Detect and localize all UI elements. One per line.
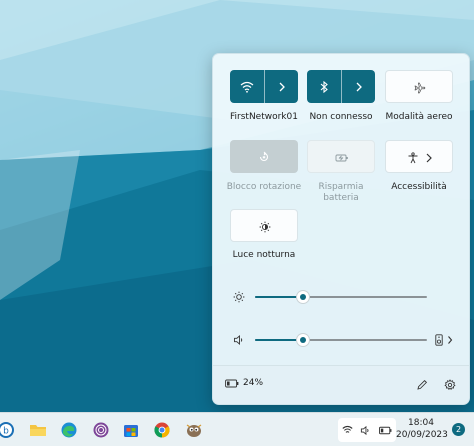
brightness-icon	[233, 291, 245, 303]
quick-settings-panel: FirstNetwork01 Non connesso Modalità aer…	[212, 53, 470, 405]
chevron-right-icon	[356, 82, 362, 91]
volume-slider-thumb[interactable]	[297, 334, 310, 346]
battery-icon	[225, 379, 239, 387]
wifi-toggle[interactable]	[230, 70, 264, 103]
accessibility-tile-label: Accessibilità	[391, 182, 447, 192]
start-button[interactable]: b	[0, 418, 18, 442]
rotation-lock-tile	[230, 140, 298, 173]
clock[interactable]: 18:04 20/09/2023	[396, 417, 448, 441]
wifi-tile-label: FirstNetwork01	[230, 112, 298, 122]
svg-text:b: b	[3, 427, 9, 437]
airplane-mode-tile[interactable]	[385, 70, 453, 103]
night-light-icon	[259, 221, 271, 232]
wifi-icon	[342, 425, 353, 433]
gimp-button[interactable]	[182, 418, 206, 442]
bluetooth-toggle[interactable]	[307, 70, 341, 103]
tor-browser-icon	[93, 422, 109, 438]
audio-output-icon	[435, 334, 443, 346]
edge-icon	[61, 422, 77, 438]
clock-date: 20/09/2023	[396, 430, 448, 440]
battery-saver-icon	[335, 154, 348, 161]
brightness-slider[interactable]	[255, 291, 427, 303]
audio-output-selector[interactable]	[435, 332, 457, 348]
file-explorer-button[interactable]	[26, 418, 50, 442]
night-light-tile-label: Luce notturna	[232, 250, 296, 260]
speaker-icon[interactable]	[233, 334, 245, 346]
gear-icon	[444, 379, 456, 390]
system-tray[interactable]	[338, 418, 396, 442]
microsoft-store-button[interactable]	[119, 418, 143, 442]
brightness-slider-row	[233, 289, 453, 305]
accessibility-tile[interactable]	[385, 140, 453, 173]
airplane-icon	[414, 82, 426, 93]
start-icon: b	[0, 422, 14, 438]
brightness-slider-fill	[255, 296, 304, 298]
chevron-right-icon	[448, 336, 453, 344]
chevron-right-icon	[426, 153, 432, 162]
quick-settings-footer: 24%	[213, 365, 469, 404]
bluetooth-expand-button[interactable]	[342, 70, 375, 103]
rotation-lock-tile-label: Blocco rotazione	[226, 182, 302, 192]
bluetooth-tile[interactable]	[307, 70, 375, 103]
edit-quick-settings-button[interactable]	[413, 376, 431, 394]
chevron-right-icon	[279, 82, 285, 91]
rotation-lock-icon	[259, 151, 269, 161]
edge-button[interactable]	[57, 418, 81, 442]
settings-button[interactable]	[441, 376, 459, 394]
wifi-tile[interactable]	[230, 70, 298, 103]
bluetooth-tile-label: Non connesso	[309, 112, 373, 122]
taskbar: b 18:04 20/09/2023 2	[0, 412, 474, 446]
battery-status[interactable]: 24%	[225, 378, 263, 388]
night-light-tile[interactable]	[230, 209, 298, 242]
wifi-expand-button[interactable]	[265, 70, 298, 103]
gimp-icon	[186, 424, 202, 437]
chrome-icon	[154, 422, 170, 438]
accessibility-icon	[408, 151, 418, 163]
microsoft-store-icon	[124, 425, 138, 437]
battery-saver-tile-label: Risparmia batteria	[318, 182, 364, 203]
pencil-icon	[417, 379, 428, 390]
volume-slider-fill	[255, 339, 304, 341]
brightness-slider-thumb[interactable]	[297, 291, 310, 303]
battery-icon	[379, 426, 392, 434]
chrome-button[interactable]	[150, 418, 174, 442]
file-explorer-icon	[30, 425, 46, 436]
volume-slider[interactable]	[255, 334, 427, 346]
volume-slider-row	[233, 332, 453, 348]
battery-saver-tile	[307, 140, 375, 173]
wifi-icon	[240, 81, 254, 93]
airplane-mode-tile-label: Modalità aereo	[385, 112, 453, 122]
clock-time: 18:04	[408, 418, 434, 428]
bluetooth-icon	[320, 80, 328, 93]
battery-percentage: 24%	[243, 378, 264, 388]
speaker-icon	[361, 425, 369, 435]
tor-browser-button[interactable]	[89, 418, 113, 442]
notifications-badge[interactable]: 2	[452, 423, 465, 436]
